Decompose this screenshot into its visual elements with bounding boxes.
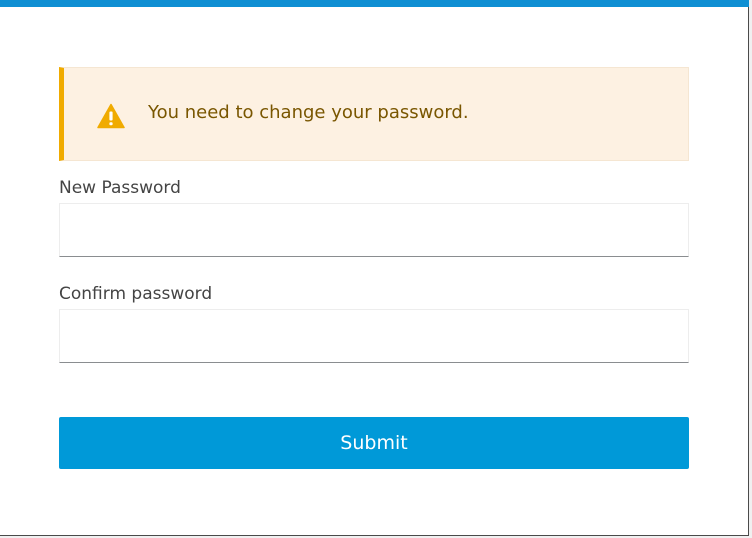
new-password-input[interactable]: [59, 203, 689, 257]
submit-button[interactable]: Submit: [59, 417, 689, 469]
alert-message: You need to change your password.: [148, 102, 469, 123]
confirm-password-label: Confirm password: [59, 284, 213, 304]
top-accent-bar: [0, 0, 749, 7]
warning-alert: You need to change your password.: [59, 67, 689, 161]
password-update-card: You need to change your password. New Pa…: [0, 0, 749, 536]
warning-triangle-icon-svg: [97, 103, 125, 129]
confirm-password-input[interactable]: [59, 309, 689, 363]
new-password-label: New Password: [59, 178, 181, 198]
warning-triangle-icon: [97, 103, 125, 129]
